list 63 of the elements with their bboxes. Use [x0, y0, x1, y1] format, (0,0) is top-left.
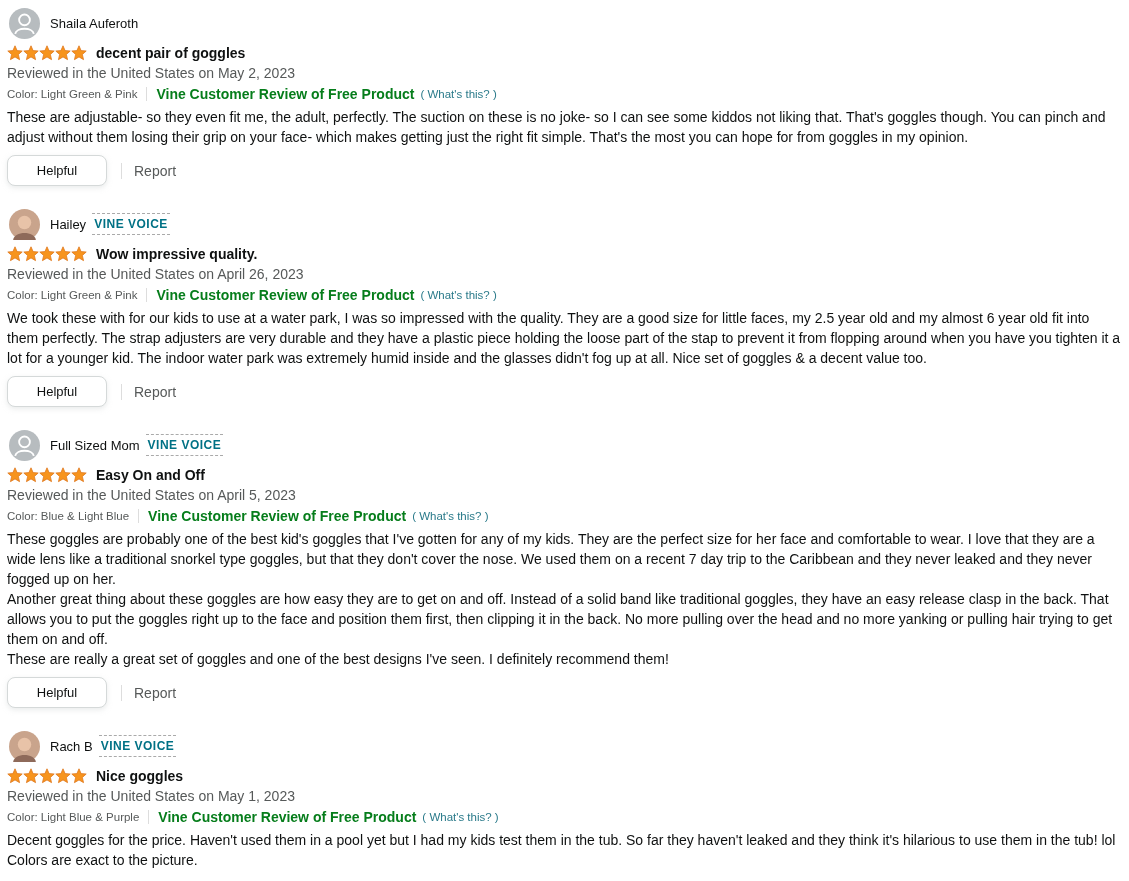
reviewer-name[interactable]: Full Sized Mom	[50, 437, 140, 453]
star-icon	[39, 45, 55, 61]
avatar-icon	[9, 7, 40, 39]
review-date: Reviewed in the United States on May 2, 2023	[7, 64, 296, 83]
report-link[interactable]: Report	[134, 162, 177, 179]
star-icon	[7, 768, 23, 784]
star-icon	[7, 467, 23, 483]
product-variant[interactable]: Color: Light Green & Pink	[7, 84, 138, 104]
star-icon	[23, 45, 39, 61]
review-date: Reviewed in the United States on April 26, 2023	[7, 265, 305, 284]
whats-this-link[interactable]: ( What's this? )	[422, 807, 499, 827]
reviewer-name[interactable]: Rach B	[50, 738, 93, 754]
review-title[interactable]: Nice goggles	[96, 768, 184, 784]
star-icon	[71, 45, 87, 61]
vine-review-label: Vine Customer Review of Free Product	[156, 85, 415, 104]
review-title[interactable]: decent pair of goggles	[96, 45, 246, 61]
avatar-icon	[9, 429, 40, 461]
star-icon	[55, 45, 71, 61]
star-icon	[71, 246, 87, 262]
star-icon	[23, 768, 39, 784]
star-icon	[55, 246, 71, 262]
star-icon	[39, 246, 55, 262]
report-link[interactable]: Report	[134, 684, 177, 701]
review-text: These are really a great set of goggles and one of the best designs I've seen. I definitely recommend them!	[7, 650, 670, 669]
vine-review-label: Vine Customer Review of Free Product	[148, 507, 407, 526]
star-icon	[7, 246, 23, 262]
vine-review-label: Vine Customer Review of Free Product	[156, 286, 415, 305]
star-icon	[23, 246, 39, 262]
vine-voice-badge[interactable]: VINE VOICE	[98, 735, 177, 757]
vine-voice-badge[interactable]: VINE VOICE	[145, 434, 224, 456]
review-text: These goggles are probably one of the best kid's goggles that I've gotten for any of my kids. They are the perfect size for her face and comfortable to wear. I love that they are a wide lens like a traditional snorkel type goggles, but that they don't cover the nose. We used them on a recent 7 day trip to the Caribbean and they never leaked and they never fogged up on her.	[7, 530, 1096, 589]
star-icon	[39, 768, 55, 784]
star-icon	[55, 467, 71, 483]
vine-review-label: Vine Customer Review of Free Product	[158, 808, 417, 827]
vine-voice-badge[interactable]: VINE VOICE	[92, 213, 170, 235]
star-icon	[71, 467, 87, 483]
report-link[interactable]: Report	[134, 383, 177, 400]
product-variant[interactable]: Color: Light Green & Pink	[7, 285, 138, 305]
whats-this-link[interactable]: ( What's this? )	[420, 285, 497, 305]
helpful-button[interactable]: Helpful	[7, 155, 107, 186]
star-icon	[23, 467, 39, 483]
star-icon	[39, 467, 55, 483]
star-icon	[71, 768, 87, 784]
review-title[interactable]: Wow impressive quality.	[96, 246, 258, 262]
avatar-icon	[9, 208, 40, 240]
helpful-button[interactable]: Helpful	[7, 677, 107, 708]
product-variant[interactable]: Color: Blue & Light Blue	[7, 506, 130, 526]
whats-this-link[interactable]: ( What's this? )	[412, 506, 489, 526]
review-text: Decent goggles for the price. Haven't used them in a pool yet but I had my kids test them in the tub. So far they haven't leaked and they think it's hilarious to use them in the tub! lol Colors are exact to the picture.	[7, 831, 1117, 870]
reviewer-name[interactable]: Shaila Auferoth	[50, 15, 139, 31]
reviewer-name[interactable]: Hailey	[50, 216, 87, 232]
review-text: Another great thing about these goggles are how easy they are to get on and off. Instead of a solid band like traditional goggles, they have an easy release clasp in the back. That allows you to put the goggles right up to the face and position them first, then clipping it in the back. No more pulling over the head and no more yanking or pulling hair trying to get them on and off.	[7, 590, 1114, 649]
review-date: Reviewed in the United States on April 5, 2023	[7, 486, 297, 505]
product-variant[interactable]: Color: Light Blue & Purple	[7, 807, 140, 827]
star-icon	[7, 45, 23, 61]
avatar-icon	[9, 730, 40, 762]
whats-this-link[interactable]: ( What's this? )	[420, 84, 497, 104]
review-text: These are adjustable- so they even fit me, the adult, perfectly. The suction on these is no joke- so I can see some kiddos not liking that. That's goggles though. You can pinch and adjust without them losing their grip on your face- which makes getting just the right fit simple. That's the most you can hope for from goggles in my opinion.	[7, 108, 1107, 147]
review-title[interactable]: Easy On and Off	[96, 467, 205, 483]
helpful-button[interactable]: Helpful	[7, 376, 107, 407]
review-date: Reviewed in the United States on May 1, 2023	[7, 787, 296, 806]
review-text: We took these with for our kids to use at a water park, I was so impressed with the quality. They are a good size for little faces, my 2.5 year old and my almost 6 year old fit into them perfectly. The strap adjusters are very durable and they have a plastic piece holding the loose part of the stap to prevent it from flopping around when you have you tighten it a lot for a younger kid. The indoor water park was extremely humid inside and the glasses didn't fog up at all. Nice set of goggles & a decent value too.	[7, 309, 1122, 368]
star-icon	[55, 768, 71, 784]
